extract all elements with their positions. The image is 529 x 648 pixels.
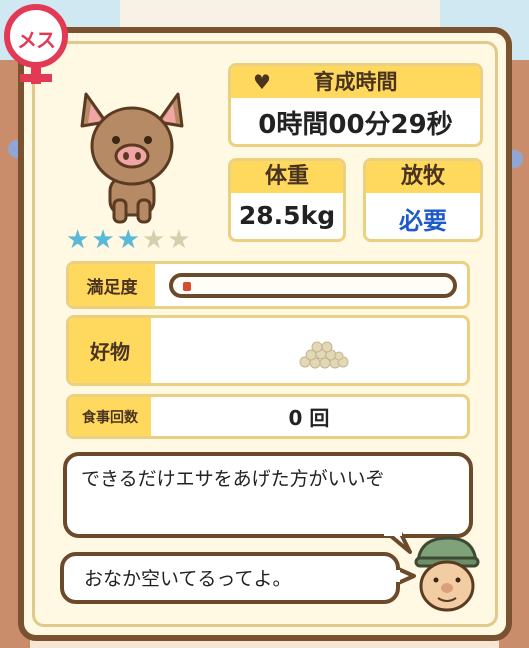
satisfaction-gauge-fill [183, 282, 191, 291]
star-filled-icon: ★ [91, 225, 115, 255]
weight-title: 体重 [231, 161, 343, 193]
speech-bubble-advice: できるだけエサをあげた方がいいぞ [63, 452, 473, 538]
female-symbol-bar [20, 74, 52, 82]
speech-bubble-hungry: おなか空いてるってよ。 [60, 552, 400, 604]
rating-stars: ★ ★ ★ ★ ★ [66, 227, 191, 253]
favorite-food-row: 好物 [66, 315, 470, 386]
weight-box: 体重 28.5kg [228, 158, 346, 242]
gender-badge: メス [2, 2, 82, 84]
grain-pile-icon [299, 341, 349, 369]
meal-count-value: 0 回 [288, 406, 330, 430]
growth-time-box: ♥ 育成時間 0時間00分29秒 [228, 63, 483, 147]
hungry-text: おなか空いてるってよ。 [84, 568, 292, 590]
meal-count-row: 食事回数 0 回 [66, 394, 470, 439]
favorite-food-label: 好物 [69, 318, 151, 383]
speech-bubble-tail [384, 532, 412, 554]
advice-text: できるだけエサをあげた方がいいぞ [81, 468, 385, 490]
growth-time-value: 0時間00分29秒 [258, 110, 453, 140]
farmer-avatar-icon [414, 536, 480, 612]
star-empty-icon: ★ [167, 225, 191, 255]
grazing-title: 放牧 [366, 161, 480, 193]
growth-time-title: 育成時間 [313, 70, 398, 94]
grazing-value: 必要 [399, 207, 447, 235]
grazing-box[interactable]: 放牧 必要 [363, 158, 483, 242]
female-symbol-icon: メス [4, 4, 68, 68]
satisfaction-gauge [169, 273, 457, 298]
pig-icon [80, 92, 184, 224]
weight-value: 28.5kg [238, 201, 336, 230]
heart-icon: ♥ [253, 70, 271, 94]
satisfaction-row: 満足度 [66, 261, 470, 309]
star-filled-icon: ★ [116, 225, 140, 255]
star-filled-icon: ★ [66, 225, 90, 255]
satisfaction-label: 満足度 [69, 264, 155, 306]
growth-time-header: ♥ 育成時間 [231, 66, 480, 98]
star-empty-icon: ★ [141, 225, 166, 255]
gender-label: メス [17, 28, 56, 52]
meal-count-label: 食事回数 [69, 397, 151, 436]
